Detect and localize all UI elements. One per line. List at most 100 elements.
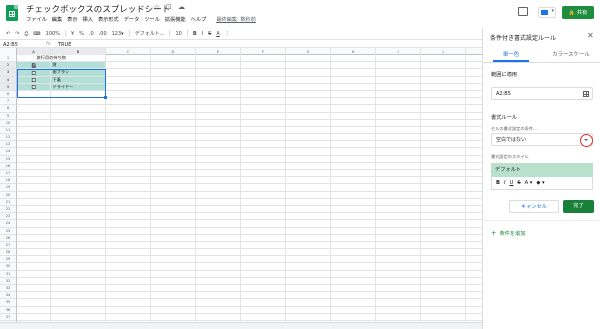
grid-cell[interactable] — [106, 69, 151, 77]
grid-cell[interactable] — [241, 90, 286, 99]
row-header[interactable]: 9 — [0, 112, 17, 120]
row-header[interactable]: 27 — [0, 241, 17, 250]
font-select[interactable]: デフォルト... — [135, 30, 165, 37]
row-header[interactable]: 1 — [0, 55, 17, 63]
row-header[interactable]: 10 — [0, 119, 17, 127]
grid-cell[interactable] — [421, 205, 466, 214]
grid-cell[interactable] — [106, 105, 151, 113]
grid-cell[interactable] — [331, 155, 376, 163]
more-options-icon[interactable]: ⋮ — [225, 31, 230, 37]
grid-cell[interactable] — [196, 285, 241, 293]
grid-cell[interactable] — [106, 90, 151, 99]
grid-cell[interactable] — [151, 285, 196, 293]
grid-cell[interactable] — [331, 191, 376, 199]
grid-cell[interactable] — [241, 227, 286, 235]
grid-cell[interactable] — [421, 126, 466, 135]
cell-b[interactable] — [51, 285, 106, 293]
grid-cell[interactable] — [196, 62, 241, 70]
grid-cell[interactable] — [286, 292, 331, 300]
grid-cell[interactable] — [106, 292, 151, 300]
cell-a[interactable] — [17, 141, 51, 149]
grid-cell[interactable] — [106, 141, 151, 149]
grid-cell[interactable] — [331, 249, 376, 257]
cell-a[interactable] — [17, 270, 51, 278]
cell-a[interactable] — [17, 220, 51, 228]
grid-cell[interactable] — [466, 213, 482, 221]
paint-format-icon[interactable]: ⌨ — [33, 31, 40, 37]
grid-cell[interactable] — [331, 148, 376, 156]
grid-cell[interactable] — [151, 249, 196, 257]
grid-cell[interactable] — [376, 126, 421, 135]
row-header[interactable]: 12 — [0, 134, 17, 142]
decrease-decimal-button[interactable]: .0 — [89, 31, 94, 37]
grid-cell[interactable] — [376, 112, 421, 120]
grid-cell[interactable] — [196, 292, 241, 300]
cell-b[interactable] — [51, 177, 106, 185]
grid-cell[interactable] — [106, 306, 151, 314]
grid-cell[interactable] — [421, 213, 466, 221]
grid-cell[interactable] — [106, 134, 151, 142]
grid-cell[interactable] — [151, 277, 196, 285]
menu-extensions[interactable]: 拡張機能 — [165, 16, 186, 23]
menu-insert[interactable]: 挿入 — [83, 16, 93, 23]
grid-cell[interactable] — [376, 148, 421, 156]
cell-b[interactable] — [51, 170, 106, 178]
cell-a[interactable] — [17, 205, 51, 214]
grid-cell[interactable] — [196, 270, 241, 278]
grid-cell[interactable] — [466, 55, 482, 63]
cell-b[interactable] — [51, 184, 106, 192]
grid-cell[interactable] — [286, 141, 331, 149]
grid-cell[interactable] — [151, 162, 196, 170]
grid-cell[interactable] — [286, 105, 331, 113]
grid-cell[interactable] — [466, 242, 482, 250]
grid-cell[interactable] — [151, 170, 196, 178]
cell-b[interactable] — [51, 277, 106, 285]
grid-cell[interactable] — [241, 177, 286, 185]
grid-cell[interactable] — [286, 134, 331, 142]
cell-a[interactable] — [17, 112, 51, 120]
grid-cell[interactable] — [421, 198, 466, 206]
increase-decimal-button[interactable]: .00 — [99, 31, 107, 37]
grid-cell[interactable] — [286, 83, 331, 91]
grid-cell[interactable] — [286, 112, 331, 120]
grid-cell[interactable] — [421, 83, 466, 91]
percent-format-button[interactable]: % — [79, 31, 84, 37]
grid-cell[interactable] — [151, 313, 196, 321]
grid-cell[interactable] — [106, 98, 151, 106]
grid-cell[interactable] — [196, 155, 241, 163]
grid-cell[interactable] — [196, 76, 241, 84]
grid-cell[interactable] — [106, 62, 151, 70]
grid-cell[interactable] — [286, 263, 331, 271]
grid-cell[interactable] — [241, 184, 286, 192]
grid-cell[interactable] — [241, 83, 286, 91]
grid-cell[interactable] — [196, 69, 241, 77]
grid-cell[interactable] — [151, 112, 196, 120]
grid-cell[interactable] — [331, 205, 376, 214]
grid-cell[interactable] — [151, 227, 196, 235]
strikethrough-button[interactable]: S — [208, 31, 211, 37]
grid-cell[interactable] — [196, 249, 241, 257]
cell-b[interactable] — [51, 270, 106, 278]
grid-cell[interactable] — [376, 306, 421, 314]
grid-cell[interactable] — [376, 170, 421, 178]
grid-cell[interactable] — [196, 234, 241, 242]
close-icon[interactable]: ✕ — [587, 31, 594, 40]
grid-cell[interactable] — [376, 313, 421, 321]
select-range-icon[interactable] — [583, 91, 589, 97]
grid-cell[interactable] — [196, 119, 241, 127]
grid-cell[interactable] — [331, 134, 376, 142]
grid-cell[interactable] — [421, 306, 466, 314]
document-title[interactable]: チェックボックスのスプレッドシート — [26, 3, 170, 15]
cell-a[interactable] — [17, 83, 51, 91]
grid-cell[interactable] — [106, 76, 151, 84]
grid-cell[interactable] — [376, 234, 421, 242]
grid-cell[interactable] — [466, 249, 482, 257]
grid-cell[interactable] — [286, 220, 331, 228]
zoom-select[interactable]: 100% — [46, 31, 60, 37]
row-header[interactable]: 36 — [0, 306, 17, 314]
cell-a[interactable] — [17, 277, 51, 285]
grid-cell[interactable] — [106, 277, 151, 285]
grid-cell[interactable] — [331, 234, 376, 242]
grid-cell[interactable] — [421, 69, 466, 77]
style-bold-button[interactable]: B — [496, 180, 500, 186]
